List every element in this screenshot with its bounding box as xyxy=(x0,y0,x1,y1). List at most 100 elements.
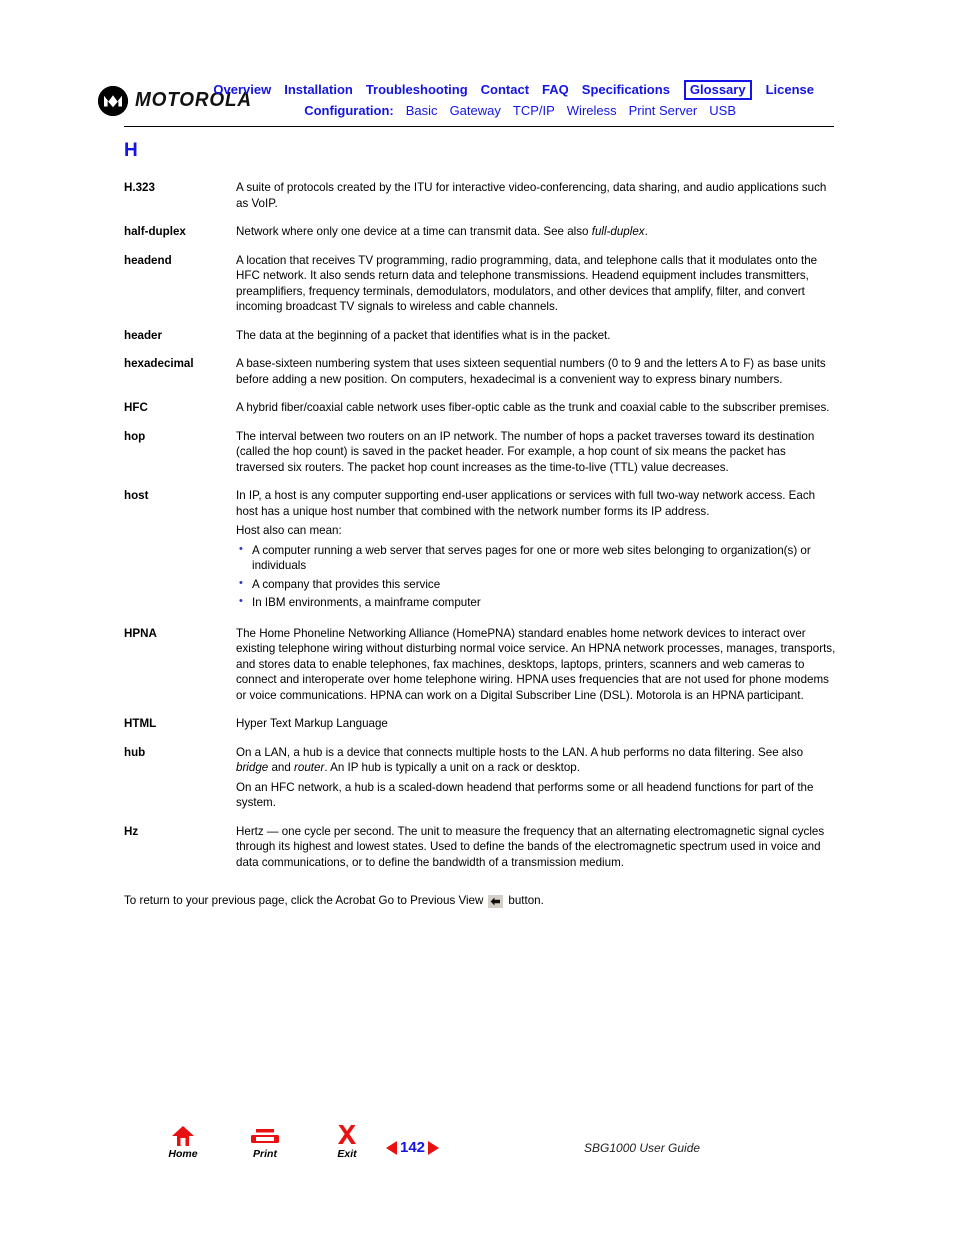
nav-item-troubleshooting[interactable]: Troubleshooting xyxy=(366,80,468,99)
definition-paragraph: A suite of protocols created by the ITU … xyxy=(236,180,836,211)
exit-x-icon xyxy=(324,1121,370,1147)
nav-item-usb[interactable]: USB xyxy=(709,101,736,120)
list-item: A company that provides this service xyxy=(236,576,836,593)
glossary-definition: A hybrid fiber/coaxial cable network use… xyxy=(236,400,836,417)
definition-text: The data at the beginning of a packet th… xyxy=(236,328,611,342)
definition-text: A suite of protocols created by the ITU … xyxy=(236,181,827,210)
glossary-term: host xyxy=(124,489,149,502)
nav-item-contact[interactable]: Contact xyxy=(481,80,529,99)
definition-paragraph: On a LAN, a hub is a device that connect… xyxy=(236,745,836,776)
cross-reference-term: router xyxy=(294,761,325,774)
cross-reference-term: full-duplex xyxy=(591,225,645,238)
definition-paragraph: In IP, a host is any computer supporting… xyxy=(236,488,836,519)
glossary-term: half-duplex xyxy=(124,225,186,238)
definition-paragraph: Hertz — one cycle per second. The unit t… xyxy=(236,824,836,871)
nav-item-license[interactable]: License xyxy=(766,80,814,99)
previous-page-arrow-icon[interactable] xyxy=(386,1140,397,1155)
definition-paragraph: A base-sixteen numbering system that use… xyxy=(236,356,836,387)
definition-text: A base-sixteen numbering system that use… xyxy=(236,357,826,386)
glossary-entry: HFC A hybrid fiber/coaxial cable network … xyxy=(124,400,836,417)
definition-text: Host also can mean: xyxy=(236,524,342,537)
definition-paragraph: The data at the beginning of a packet th… xyxy=(236,328,836,344)
glossary-entry: headend A location that receives TV progr… xyxy=(124,253,836,316)
print-button[interactable]: Print xyxy=(242,1121,288,1160)
glossary-entry: half-duplex Network where only one device… xyxy=(124,224,836,241)
glossary-entry: HTML Hyper Text Markup Language xyxy=(124,716,836,733)
definition-paragraph: Host also can mean: xyxy=(236,523,836,539)
glossary-definition: On a LAN, a hub is a device that connect… xyxy=(236,745,836,812)
home-button[interactable]: Home xyxy=(160,1121,206,1160)
glossary-entry: hexadecimal A base-sixteen numbering syst… xyxy=(124,356,836,388)
glossary-definition: In IP, a host is any computer supporting… xyxy=(236,488,836,614)
glossary-term: HFC xyxy=(124,401,148,414)
definition-paragraph: A location that receives TV programming,… xyxy=(236,253,836,315)
glossary-term: headend xyxy=(124,253,172,267)
nav-item-basic[interactable]: Basic xyxy=(406,101,438,120)
go-to-previous-view-icon[interactable] xyxy=(488,894,504,908)
glossary-term: Hz xyxy=(124,824,139,838)
glossary-definition: A location that receives TV programming,… xyxy=(236,253,836,316)
definition-text: The interval between two routers on an I… xyxy=(236,429,815,474)
glossary-entry: HPNA The Home Phoneline Networking Allian… xyxy=(124,626,836,705)
exit-label: Exit xyxy=(337,1148,357,1160)
glossary-entry: H.323 A suite of protocols created by the… xyxy=(124,180,836,212)
page-navigation: 142 xyxy=(386,1139,440,1156)
return-instruction-text-after: button. xyxy=(508,894,544,907)
home-icon xyxy=(160,1121,206,1147)
page-number: 142 xyxy=(400,1139,426,1156)
definition-bullet-list: A computer running a web server that ser… xyxy=(236,542,836,611)
exit-button[interactable]: Exit xyxy=(324,1121,370,1160)
configuration-label: Configuration: xyxy=(304,103,394,118)
glossary-term: hub xyxy=(124,745,146,759)
nav-item-wireless[interactable]: Wireless xyxy=(567,101,617,120)
secondary-nav-row: Configuration: Basic Gateway TCP/IP Wireles… xyxy=(0,101,954,120)
list-item: In IBM environments, a mainframe compute… xyxy=(236,594,836,611)
glossary-term: H.323 xyxy=(124,181,155,194)
glossary-term: HPNA xyxy=(124,626,157,640)
home-label: Home xyxy=(168,1148,198,1160)
return-instruction: To return to your previous page, click t… xyxy=(124,893,854,909)
definition-text: Network where only one device at a time … xyxy=(236,225,592,238)
page-footer: Home Print Exit 142 SBG1000 User Guide xyxy=(0,1115,954,1195)
glossary-definition: The Home Phoneline Networking Alliance (… xyxy=(236,626,836,705)
nav-item-faq[interactable]: FAQ xyxy=(542,80,569,99)
nav-item-installation[interactable]: Installation xyxy=(284,80,353,99)
glossary-definition: The data at the beginning of a packet th… xyxy=(236,328,836,345)
definition-text: Hertz — one cycle per second. The unit t… xyxy=(236,824,825,869)
glossary-entry: hub On a LAN, a hub is a device that conn… xyxy=(124,745,836,812)
header-divider xyxy=(124,126,834,127)
return-instruction-text-before: To return to your previous page, click t… xyxy=(124,894,484,907)
definition-text: On a LAN, a hub is a device that connect… xyxy=(236,745,804,759)
glossary-definition: Hertz — one cycle per second. The unit t… xyxy=(236,824,836,872)
definition-text: A location that receives TV programming,… xyxy=(236,253,818,314)
page-title: H xyxy=(124,140,138,161)
definition-paragraph: The Home Phoneline Networking Alliance (… xyxy=(236,626,836,704)
definition-text: Hyper Text Markup Language xyxy=(236,717,388,730)
nav-item-overview[interactable]: Overview xyxy=(213,80,271,99)
definition-paragraph: Hyper Text Markup Language xyxy=(236,716,836,732)
list-item: A computer running a web server that ser… xyxy=(236,542,836,574)
glossary-definition: Hyper Text Markup Language xyxy=(236,716,836,733)
definition-text: The Home Phoneline Networking Alliance (… xyxy=(236,626,836,702)
nav-item-specifications[interactable]: Specifications xyxy=(582,80,670,99)
next-page-arrow-icon[interactable] xyxy=(428,1140,440,1155)
definition-text: In IP, a host is any computer supporting… xyxy=(236,489,816,518)
glossary-entry: hop The interval between two routers on a… xyxy=(124,429,836,477)
glossary-term: HTML xyxy=(124,717,157,730)
printer-icon xyxy=(242,1121,288,1147)
definition-paragraph: The interval between two routers on an I… xyxy=(236,429,836,476)
guide-title: SBG1000 User Guide xyxy=(584,1141,701,1155)
page-header: MOTOROLA Overview Installation Troubleshoo… xyxy=(0,0,954,132)
cross-reference-term: bridge xyxy=(236,761,269,774)
definition-text-tail: . xyxy=(644,225,648,238)
glossary-term: hexadecimal xyxy=(124,357,194,370)
definition-paragraph: On an HFC network, a hub is a scaled-dow… xyxy=(236,780,836,811)
nav-item-glossary[interactable]: Glossary xyxy=(683,80,752,100)
nav-item-print-server[interactable]: Print Server xyxy=(629,101,698,120)
glossary-definition: The interval between two routers on an I… xyxy=(236,429,836,477)
definition-text: A hybrid fiber/coaxial cable network use… xyxy=(236,401,830,414)
nav-item-gateway[interactable]: Gateway xyxy=(450,101,501,120)
nav-item-tcp-ip[interactable]: TCP/IP xyxy=(513,101,555,120)
definition-text-mid: and xyxy=(268,761,295,774)
glossary-entry-list: H.323 A suite of protocols created by the… xyxy=(0,180,954,871)
